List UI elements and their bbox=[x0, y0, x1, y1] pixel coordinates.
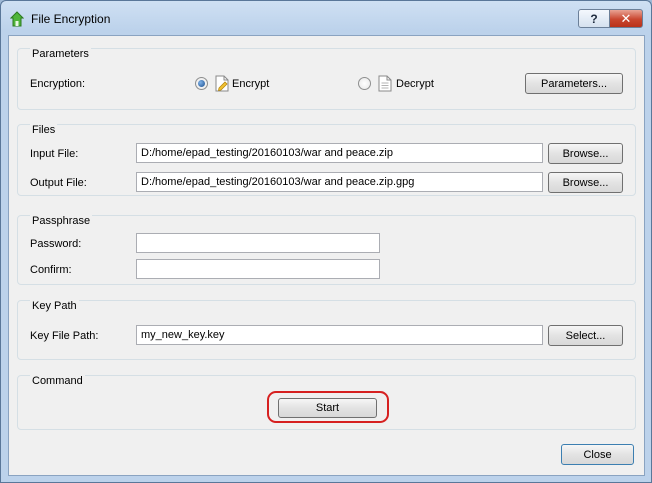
passphrase-group-title: Passphrase bbox=[30, 215, 93, 227]
close-icon: ✕ bbox=[620, 10, 632, 26]
close-button[interactable]: Close bbox=[561, 444, 634, 465]
encrypt-file-icon bbox=[215, 75, 229, 92]
parameters-group-title: Parameters bbox=[30, 48, 91, 60]
output-file-field[interactable] bbox=[136, 172, 543, 192]
parameters-group: Parameters Encryption: Encrypt Decrypt P… bbox=[17, 48, 636, 110]
window-close-button[interactable]: ✕ bbox=[609, 9, 643, 28]
confirm-label: Confirm: bbox=[30, 264, 72, 276]
decrypt-label[interactable]: Decrypt bbox=[396, 78, 434, 90]
key-select-button[interactable]: Select... bbox=[548, 325, 623, 346]
window-title: File Encryption bbox=[31, 12, 111, 26]
confirm-field[interactable] bbox=[136, 259, 380, 279]
input-browse-button[interactable]: Browse... bbox=[548, 143, 623, 164]
key-path-group: Key Path Key File Path: Select... bbox=[17, 300, 636, 360]
password-label: Password: bbox=[30, 238, 82, 250]
files-group-title: Files bbox=[30, 124, 58, 136]
help-icon: ? bbox=[590, 11, 598, 26]
encrypt-label[interactable]: Encrypt bbox=[232, 78, 269, 90]
passphrase-group: Passphrase Password: Confirm: bbox=[17, 215, 636, 285]
input-file-field[interactable] bbox=[136, 143, 543, 163]
command-group-title: Command bbox=[30, 375, 85, 387]
key-file-path-field[interactable] bbox=[136, 325, 543, 345]
parameters-button[interactable]: Parameters... bbox=[525, 73, 623, 94]
key-path-group-title: Key Path bbox=[30, 300, 79, 312]
help-button[interactable]: ? bbox=[578, 9, 610, 28]
title-bar[interactable]: File Encryption ? ✕ bbox=[1, 1, 651, 35]
decrypt-radio[interactable] bbox=[358, 77, 371, 90]
file-encryption-window: File Encryption ? ✕ Parameters Encryptio… bbox=[0, 0, 652, 483]
output-file-label: Output File: bbox=[30, 177, 87, 189]
output-browse-button[interactable]: Browse... bbox=[548, 172, 623, 193]
password-field[interactable] bbox=[136, 233, 380, 253]
key-file-path-label: Key File Path: bbox=[30, 330, 99, 342]
files-group: Files Input File: Browse... Output File:… bbox=[17, 124, 636, 196]
dialog-client-area: Parameters Encryption: Encrypt Decrypt P… bbox=[8, 35, 645, 476]
decrypt-file-icon bbox=[378, 75, 392, 92]
encryption-label: Encryption: bbox=[30, 78, 86, 90]
green-house-icon bbox=[10, 11, 24, 27]
start-button[interactable]: Start bbox=[278, 398, 377, 418]
encrypt-radio[interactable] bbox=[195, 77, 208, 90]
input-file-label: Input File: bbox=[30, 148, 79, 160]
